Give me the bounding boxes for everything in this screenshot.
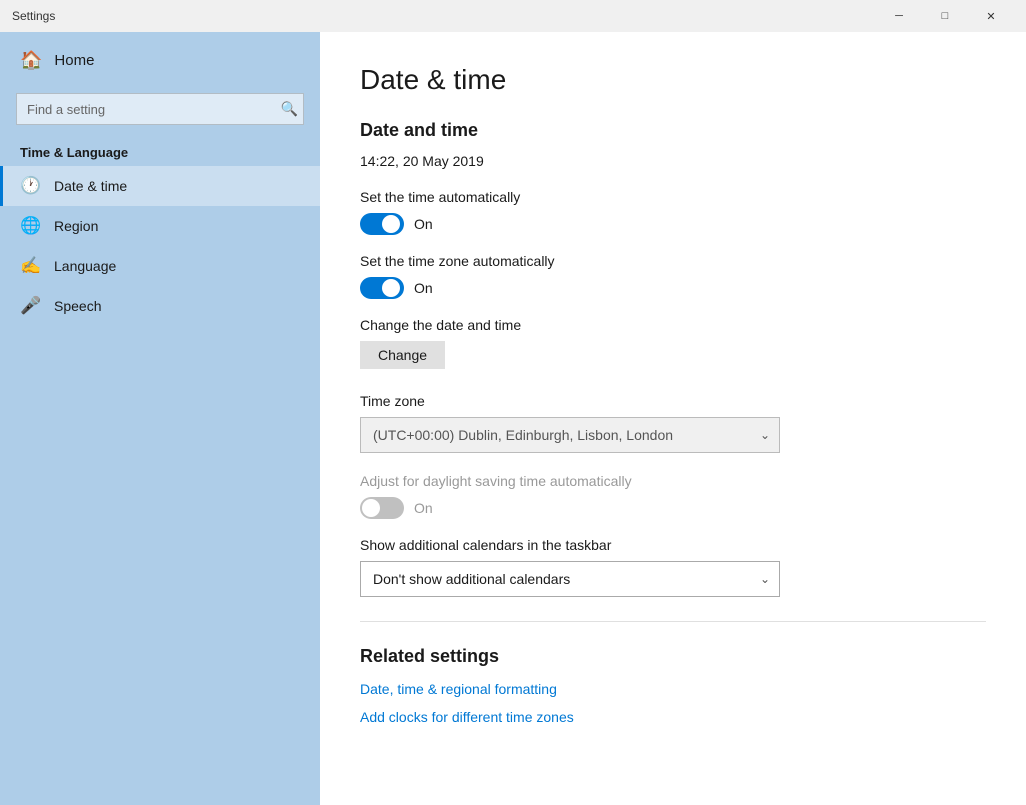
calendars-value: Don't show additional calendars <box>373 571 570 587</box>
page-title: Date & time <box>360 64 986 96</box>
search-box: 🔍 <box>16 93 304 125</box>
sidebar-item-language[interactable]: ✍ Language <box>0 246 320 286</box>
change-button[interactable]: Change <box>360 341 445 369</box>
titlebar-controls: ─ □ ✕ <box>876 0 1014 32</box>
calendars-dropdown-wrapper: Don't show additional calendars ⌄ <box>360 561 780 597</box>
daylight-saving-toggle[interactable] <box>360 497 404 519</box>
sidebar: 🏠 Home 🔍 Time & Language 🕐 Date & time 🌐… <box>0 32 320 805</box>
sidebar-item-region[interactable]: 🌐 Region <box>0 206 320 246</box>
section-divider <box>360 621 986 622</box>
sidebar-item-language-label: Language <box>54 258 116 274</box>
time-zone-label: Time zone <box>360 393 986 409</box>
time-zone-value: (UTC+00:00) Dublin, Edinburgh, Lisbon, L… <box>373 427 673 443</box>
sidebar-section-label: Time & Language <box>0 137 320 166</box>
show-calendars-label: Show additional calendars in the taskbar <box>360 537 986 553</box>
current-time-display: 14:22, 20 May 2019 <box>360 153 986 169</box>
close-button[interactable]: ✕ <box>968 0 1014 32</box>
section-title-date-time: Date and time <box>360 120 986 141</box>
set-time-auto-label: Set the time automatically <box>360 189 986 205</box>
titlebar-title: Settings <box>12 9 876 23</box>
calendars-group: Show additional calendars in the taskbar… <box>360 537 986 597</box>
content-area: Date & time Date and time 14:22, 20 May … <box>320 32 1026 805</box>
related-link-clocks[interactable]: Add clocks for different time zones <box>360 709 986 725</box>
set-time-auto-toggle-text: On <box>414 216 433 232</box>
sidebar-item-region-label: Region <box>54 218 98 234</box>
related-settings-title: Related settings <box>360 646 986 667</box>
sidebar-home-label: Home <box>54 52 94 69</box>
related-link-formatting[interactable]: Date, time & regional formatting <box>360 681 986 697</box>
sidebar-item-home[interactable]: 🏠 Home <box>0 32 320 89</box>
titlebar: Settings ─ □ ✕ <box>0 0 1026 32</box>
sidebar-item-date-time[interactable]: 🕐 Date & time <box>0 166 320 206</box>
change-date-label: Change the date and time <box>360 317 986 333</box>
time-zone-group: Time zone (UTC+00:00) Dublin, Edinburgh,… <box>360 393 986 453</box>
set-zone-auto-toggle[interactable] <box>360 277 404 299</box>
search-button[interactable]: 🔍 <box>281 101 298 118</box>
calendars-dropdown[interactable]: Don't show additional calendars <box>360 561 780 597</box>
search-input[interactable] <box>16 93 304 125</box>
daylight-saving-row: On <box>360 497 986 519</box>
globe-icon: 🌐 <box>20 216 40 236</box>
set-zone-auto-label: Set the time zone automatically <box>360 253 986 269</box>
daylight-saving-toggle-text: On <box>414 500 433 516</box>
clock-icon: 🕐 <box>20 176 40 196</box>
home-icon: 🏠 <box>20 50 42 71</box>
set-zone-auto-toggle-text: On <box>414 280 433 296</box>
sidebar-item-date-time-label: Date & time <box>54 178 127 194</box>
minimize-button[interactable]: ─ <box>876 0 922 32</box>
set-zone-auto-row: On <box>360 277 986 299</box>
set-time-auto-toggle[interactable] <box>360 213 404 235</box>
sidebar-item-speech[interactable]: 🎤 Speech <box>0 286 320 326</box>
daylight-saving-label: Adjust for daylight saving time automati… <box>360 473 986 489</box>
language-icon: ✍ <box>20 256 40 276</box>
time-zone-dropdown-wrapper: (UTC+00:00) Dublin, Edinburgh, Lisbon, L… <box>360 417 780 453</box>
set-time-auto-row: On <box>360 213 986 235</box>
microphone-icon: 🎤 <box>20 296 40 316</box>
time-zone-dropdown[interactable]: (UTC+00:00) Dublin, Edinburgh, Lisbon, L… <box>360 417 780 453</box>
app-body: 🏠 Home 🔍 Time & Language 🕐 Date & time 🌐… <box>0 32 1026 805</box>
maximize-button[interactable]: □ <box>922 0 968 32</box>
sidebar-item-speech-label: Speech <box>54 298 101 314</box>
